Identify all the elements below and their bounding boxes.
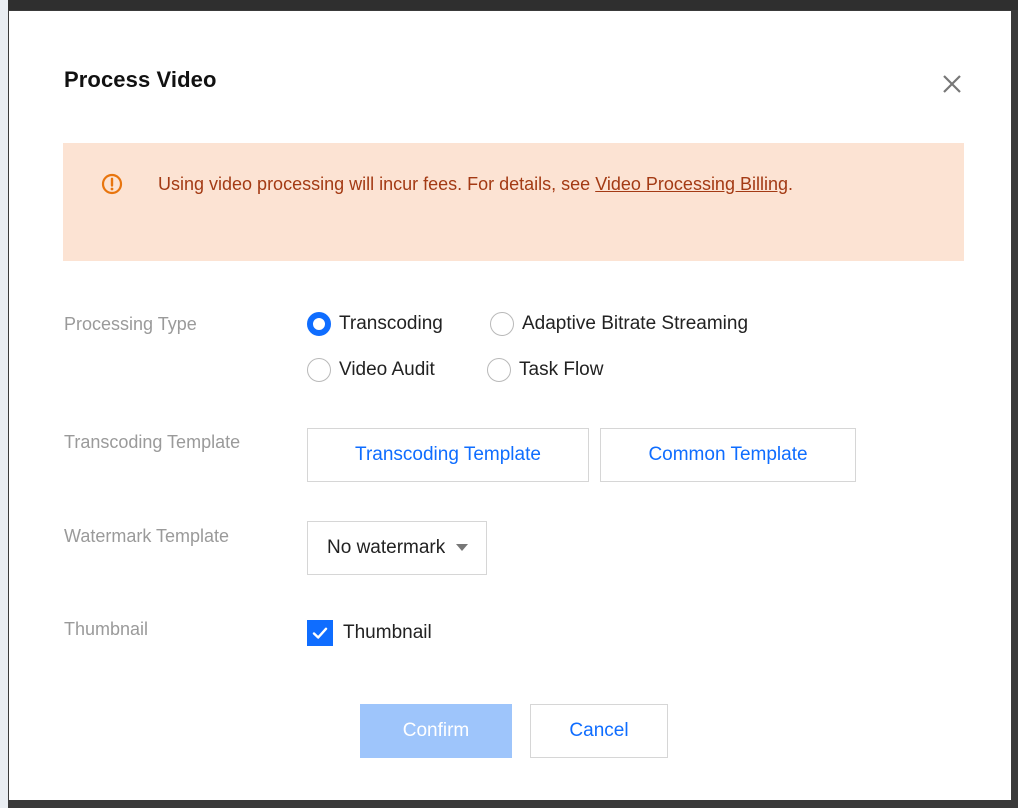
radio-video-audit[interactable]: Video Audit [307, 358, 435, 382]
billing-link[interactable]: Video Processing Billing [595, 174, 788, 194]
alert-text: Using video processing will incur fees. … [158, 174, 596, 194]
radio-label: Adaptive Bitrate Streaming [522, 313, 749, 334]
watermark-template-label: Watermark Template [64, 526, 230, 546]
thumbnail-label: Thumbnail [64, 619, 149, 639]
billing-alert: Using video processing will incur fees. … [63, 143, 964, 261]
backdrop [0, 0, 1018, 10]
close-icon[interactable] [939, 71, 965, 97]
radio-unselected-icon [307, 358, 331, 382]
processing-type-label: Processing Type [64, 314, 197, 334]
confirm-button[interactable]: Confirm [360, 704, 512, 758]
process-video-dialog: Process Video Using video processing wil… [9, 11, 1011, 800]
watermark-template-value: No watermark [327, 537, 445, 558]
alert-message: Using video processing will incur fees. … [158, 169, 878, 199]
caret-down-icon [456, 544, 468, 551]
radio-unselected-icon [490, 312, 514, 336]
cancel-button[interactable]: Cancel [530, 704, 668, 758]
transcoding-template-button[interactable]: Transcoding Template [307, 428, 589, 482]
checkbox-label: Thumbnail [343, 622, 432, 643]
radio-task-flow[interactable]: Task Flow [487, 358, 603, 382]
checkmark-icon [307, 620, 333, 646]
radio-label: Task Flow [519, 359, 604, 380]
transcoding-template-label: Transcoding Template [64, 432, 241, 452]
radio-label: Video Audit [339, 359, 435, 380]
warning-circle-icon [101, 173, 123, 195]
alert-suffix: . [787, 174, 793, 194]
radio-adaptive-bitrate-streaming[interactable]: Adaptive Bitrate Streaming [490, 312, 748, 336]
dialog-title: Process Video [64, 67, 217, 92]
watermark-template-select[interactable]: No watermark [307, 521, 487, 575]
radio-unselected-icon [487, 358, 511, 382]
common-template-button[interactable]: Common Template [600, 428, 856, 482]
backdrop-side [0, 0, 8, 808]
radio-label: Transcoding [339, 313, 443, 334]
radio-selected-icon [307, 312, 331, 336]
radio-transcoding[interactable]: Transcoding [307, 312, 443, 336]
thumbnail-checkbox[interactable]: Thumbnail [307, 620, 432, 646]
